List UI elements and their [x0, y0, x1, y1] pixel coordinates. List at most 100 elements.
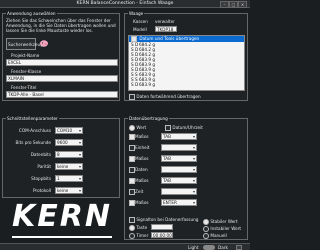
data-transfer-title: Datenübertragung: [128, 116, 169, 121]
transfer-option-select[interactable]: [161, 188, 197, 195]
window-class-label: Fenster-Klasse: [11, 69, 42, 74]
transfer-option[interactable]: Maßos: [129, 200, 149, 206]
app-selection-panel: Anwendung auswählen Ziehen Sie das Schwe…: [2, 11, 120, 101]
pig-icon[interactable]: [39, 38, 49, 48]
transfer-option-label: Maßos: [135, 178, 149, 183]
timer-option[interactable]: Timer: [129, 233, 148, 239]
kern-logo-text: KERN: [12, 199, 112, 234]
manual-option[interactable]: Manuell: [203, 233, 227, 239]
stable-radio[interactable]: [203, 219, 209, 225]
option-value-radio[interactable]: [129, 125, 135, 131]
transfer-option[interactable]: Einheit: [129, 145, 150, 151]
logo-underline: [12, 236, 112, 238]
interface-field-select[interactable]: 9600: [55, 139, 83, 146]
window-title-label: Fenster-Titel: [11, 85, 37, 90]
scale-name-label: Kassen: [133, 19, 148, 24]
unstable-option[interactable]: Instabiler Wert: [203, 226, 241, 232]
transfer-option-label: Maßos: [135, 200, 149, 205]
timer-field[interactable]: 00:00:00.00: [151, 232, 173, 238]
close-button[interactable]: ×: [238, 1, 247, 8]
transfer-option[interactable]: Maßos: [129, 134, 149, 140]
transfer-option-select[interactable]: ENTER: [161, 199, 197, 206]
option-datetime-label: Datum/Uhrzeit: [172, 125, 203, 130]
transfer-option-select[interactable]: [161, 166, 197, 173]
title-bar: KERN BalanceConnection - Einfach Waage –…: [0, 0, 250, 8]
transfer-option-select[interactable]: [161, 144, 197, 151]
window-class-field[interactable]: XLMAIN: [6, 75, 118, 82]
option-datetime-checkbox[interactable]: [165, 125, 171, 131]
interface-field-select[interactable]: 8: [55, 151, 83, 158]
timer-label: Timer: [136, 233, 149, 238]
transfer-option[interactable]: Maßos: [129, 156, 149, 162]
light-mode-label[interactable]: Light: [188, 245, 198, 250]
manual-radio[interactable]: [203, 233, 209, 239]
interface-field-label: Parität: [37, 164, 51, 169]
option-value-label: Wert: [136, 125, 147, 130]
theme-toggle[interactable]: [203, 245, 215, 250]
stable-label: Stabiler Wert: [210, 219, 238, 224]
continuous-transfer-label: Daten fortwährend übertragen: [136, 94, 201, 99]
key-radio[interactable]: [129, 225, 135, 231]
transfer-header-label: Datum und Tools übertragen: [139, 36, 200, 41]
transfer-option-select[interactable]: TAB: [161, 155, 197, 162]
interface-field-label: Datenbits: [30, 152, 51, 157]
transfer-option[interactable]: Zeit: [129, 189, 143, 195]
interface-field-label: Stoppbits: [31, 176, 51, 181]
transfer-option-select[interactable]: TAB: [161, 177, 197, 184]
finder-tool[interactable]: Sucherwerkzeug: [6, 38, 43, 50]
key-label: Taste: [136, 225, 148, 230]
beep-label: Signalton bei Datenerfassung: [136, 217, 199, 222]
manual-label: Manuell: [210, 233, 227, 238]
transfer-option-label: Maßos: [135, 134, 149, 139]
project-name-field[interactable]: EXCEL: [6, 59, 118, 66]
app-selection-description: Ziehen Sie das Schweinchen über das Fens…: [6, 18, 116, 33]
app-selection-title: Anwendung auswählen: [6, 11, 57, 16]
transfer-row-value: 683.9 g: [139, 82, 155, 87]
unstable-radio[interactable]: [203, 226, 209, 232]
transfer-option[interactable]: Maßos: [129, 178, 149, 184]
key-option[interactable]: Taste: [129, 225, 147, 231]
window-title-field[interactable]: TKDP-Alle - Basel: [6, 91, 118, 98]
interface-title: Schnittstellenparameter: [6, 116, 59, 121]
beep-checkbox[interactable]: [129, 217, 135, 223]
timer-radio[interactable]: [129, 233, 135, 239]
dark-mode-label[interactable]: Dark: [218, 245, 228, 250]
scale-name-value: verwalter: [155, 19, 175, 24]
kern-logo: KERN: [12, 199, 112, 234]
minimize-button[interactable]: –: [220, 1, 229, 8]
interface-field-select[interactable]: COM10: [55, 127, 83, 134]
stable-option[interactable]: Stabiler Wert: [203, 219, 238, 225]
interface-panel: Schnittstellenparameter COM-Anschluss COM…: [2, 116, 120, 198]
option-datetime[interactable]: Datum/Uhrzeit: [165, 125, 203, 131]
transfer-option-select[interactable]: TAB: [161, 133, 197, 140]
key-field[interactable]: [151, 224, 173, 230]
transfer-row-status: S D: [131, 82, 139, 87]
scale-model-label: Modell: [133, 27, 147, 32]
transfer-option-label: Zeit: [135, 189, 144, 194]
maximize-button[interactable]: □: [229, 1, 238, 8]
interface-field-label: Bits pro Sekunde: [15, 140, 51, 145]
continuous-transfer-checkbox[interactable]: [129, 94, 135, 100]
continuous-transfer-option[interactable]: Daten fortwährend übertragen: [129, 94, 201, 100]
transfer-list[interactable]: Datum und Tools übertragen S D684.2 gS D…: [128, 35, 245, 91]
interface-field-select[interactable]: keine: [55, 187, 83, 194]
transfer-option-label: Einheit: [135, 145, 150, 150]
option-value[interactable]: Wert: [129, 125, 146, 131]
transfer-list-row[interactable]: S D683.9 g: [129, 82, 244, 87]
scale-title: Waage: [128, 11, 145, 16]
interface-field-label: Protokoll: [32, 188, 51, 193]
status-bar: Light Dark: [0, 243, 250, 250]
transfer-option[interactable]: Daten: [129, 167, 148, 173]
beep-option[interactable]: Signalton bei Datenerfassung: [129, 217, 198, 223]
window-title: KERN BalanceConnection - Einfach Waage: [76, 1, 174, 6]
interface-field-select[interactable]: keine: [55, 163, 83, 170]
interface-field-select[interactable]: 1: [55, 175, 83, 182]
finder-tool-label: Sucherwerkzeug: [8, 42, 43, 47]
scale-model-field[interactable]: TKDP18: [155, 26, 177, 32]
unstable-label: Instabiler Wert: [210, 226, 242, 231]
transfer-option-label: Daten: [135, 167, 148, 172]
help-icon[interactable]: [236, 245, 242, 250]
scale-panel: Waage Kassen verwalter Modell TKDP18 Dat…: [124, 11, 248, 101]
transfer-option-label: Maßos: [135, 156, 149, 161]
project-name-label: Projekt-Name: [11, 53, 40, 58]
